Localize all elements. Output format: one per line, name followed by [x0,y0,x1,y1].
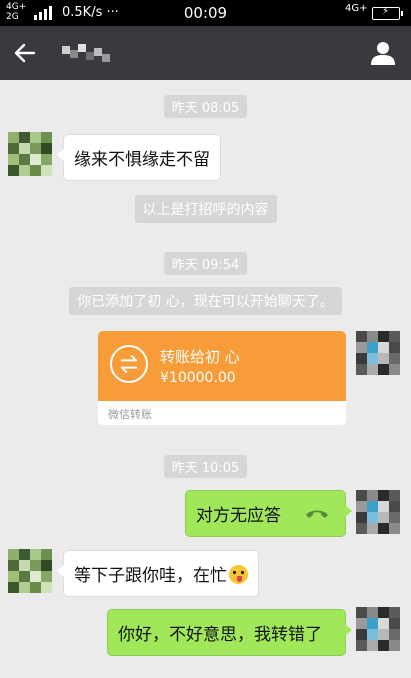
message-incoming[interactable]: 缘来不惧缘走不留 [57,134,221,181]
battery-icon: ⚡ [372,6,403,20]
transfer-title: 转账给初 心 [160,348,240,366]
avatar-self[interactable] [356,607,400,651]
system-message: 以上是打招呼的内容 [0,195,411,223]
arrow-left-icon[interactable] [12,40,38,66]
message-text: 等下子跟你哇，在忙 [74,566,227,586]
timestamp-label: 昨天 10:05 [0,455,411,478]
message-incoming[interactable]: 等下子跟你哇，在忙 [57,550,259,597]
contact-name-pixelated [62,44,112,62]
status-bar: 4G+ 2G 0.5K/s ··· 00:09 4G+ ⚡ [0,0,411,26]
charging-bolt-icon: ⚡ [381,6,390,17]
message-text: 缘来不惧缘走不留 [74,150,210,170]
call-status-text: 对方无应答 [196,506,281,526]
system-message-text: 以上是打招呼的内容 [134,195,277,223]
timestamp-text: 昨天 09:54 [163,252,248,275]
message-text: 你好，不好意思，我转错了 [118,625,322,645]
transfer-footer: 微信转账 [108,408,152,421]
timestamp-label: 昨天 09:54 [0,252,411,275]
phone-hangup-icon [306,510,328,518]
avatar-self[interactable] [356,490,400,534]
timestamp-text: 昨天 10:05 [163,455,248,478]
timestamp-text: 昨天 08:05 [163,95,248,118]
transfer-card[interactable]: 转账给初 心 ¥10000.00 微信转账 [98,331,346,425]
person-icon[interactable] [370,40,396,66]
message-outgoing[interactable]: 你好，不好意思，我转错了 [107,609,352,656]
system-message: 你已添加了初 心，现在可以开始聊天了。 [0,287,411,315]
tongue-wink-emoji-icon [229,565,248,584]
transfer-amount: ¥10000.00 [160,370,236,386]
avatar-self[interactable] [356,331,400,375]
avatar-contact[interactable] [8,132,52,176]
network-type-right: 4G+ [345,3,368,14]
call-record-bubble[interactable]: 对方无应答 [185,490,352,537]
chat-nav-bar [0,26,411,80]
timestamp-label: 昨天 08:05 [0,95,411,118]
avatar-contact[interactable] [8,549,52,593]
system-message-text: 你已添加了初 心，现在可以开始聊天了。 [69,287,342,315]
exchange-icon [110,345,148,383]
